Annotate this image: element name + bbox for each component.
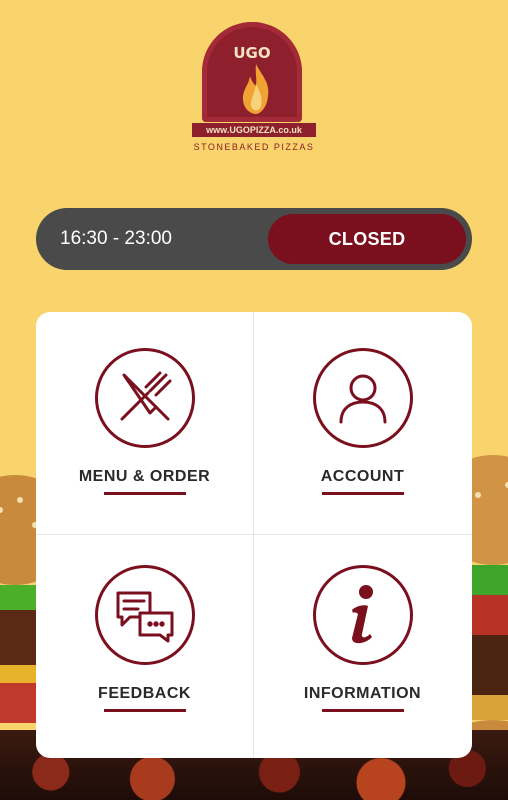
opening-hours: 16:30 - 23:00	[60, 228, 172, 249]
store-status-button[interactable]: CLOSED	[268, 214, 466, 264]
ugo-pizza-logo: UGO www.UGOPIZZA.co.uk STONEBAKED PIZZAS	[190, 22, 318, 162]
feedback-icon-circle	[94, 565, 195, 665]
flame-icon	[242, 64, 269, 114]
account-tile[interactable]: ACCOUNT	[254, 312, 471, 534]
main-navigation-grid: MENU & ORDER ACCOUNT FEEDBACK INFORMATIO…	[36, 312, 472, 758]
menu-order-label: MENU & ORDER	[78, 468, 211, 485]
feedback-underline	[103, 709, 186, 712]
information-underline	[321, 709, 404, 712]
opening-hours-bar: 16:30 - 23:00 CLOSED	[36, 208, 472, 270]
feedback-tile[interactable]: FEEDBACK	[36, 535, 253, 757]
chat-bubbles-icon	[116, 591, 173, 643]
information-icon-circle	[312, 565, 413, 665]
logo-oven-arch: UGO	[202, 22, 302, 122]
information-label: INFORMATION	[303, 685, 422, 702]
information-tile[interactable]: INFORMATION	[254, 535, 471, 757]
user-icon	[339, 374, 386, 424]
menu-order-tile[interactable]: MENU & ORDER	[36, 312, 253, 534]
feedback-label: FEEDBACK	[98, 685, 191, 702]
fork-knife-icon	[120, 371, 171, 421]
logo-name: UGO	[233, 44, 271, 62]
account-label: ACCOUNT	[320, 468, 405, 485]
account-icon-circle	[312, 348, 413, 448]
account-underline	[321, 492, 404, 495]
menu-order-icon-circle	[94, 348, 195, 448]
menu-order-underline	[103, 492, 186, 495]
logo-url: www.UGOPIZZA.co.uk	[192, 123, 316, 137]
info-icon	[351, 585, 373, 644]
logo-tagline: STONEBAKED PIZZAS	[193, 142, 315, 152]
